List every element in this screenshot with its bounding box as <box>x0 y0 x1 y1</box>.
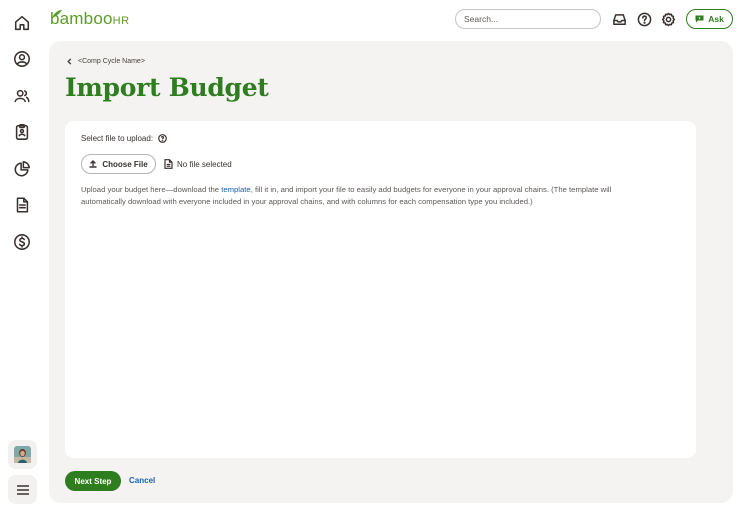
upload-card <box>65 121 696 458</box>
next-step-button[interactable]: Next Step <box>65 471 121 491</box>
page-title: Import Budget <box>65 73 269 102</box>
avatar <box>14 446 31 463</box>
clipboard-icon[interactable] <box>12 122 32 142</box>
template-link[interactable]: template <box>221 185 251 194</box>
file-icon <box>164 159 173 169</box>
inbox-icon[interactable] <box>611 11 627 27</box>
left-nav-rail <box>0 0 44 518</box>
help-icon[interactable] <box>158 134 167 143</box>
select-file-label: Select file to upload: <box>81 134 167 143</box>
people-icon[interactable] <box>12 86 32 106</box>
upload-icon <box>89 160 98 168</box>
ask-label: Ask <box>708 14 724 24</box>
cancel-link[interactable]: Cancel <box>129 476 155 485</box>
chevron-left-icon <box>67 58 72 65</box>
pie-chart-icon[interactable] <box>12 159 32 179</box>
menu-icon <box>16 484 29 495</box>
ask-button[interactable]: Ask <box>686 9 733 29</box>
bamboohr-logo[interactable]: bambooHR <box>50 7 130 31</box>
menu-button[interactable] <box>8 475 37 504</box>
gear-icon[interactable] <box>660 11 676 27</box>
leaf-icon <box>52 10 62 18</box>
help-icon[interactable] <box>636 11 652 27</box>
dollar-icon[interactable] <box>12 232 32 252</box>
upload-description: Upload your budget here—download the tem… <box>81 185 612 206</box>
breadcrumb[interactable]: <Comp Cycle Name> <box>66 58 145 65</box>
chat-icon <box>695 15 704 23</box>
user-avatar-button[interactable] <box>8 440 37 469</box>
person-circle-icon[interactable] <box>12 49 32 69</box>
search-input[interactable] <box>455 9 601 29</box>
file-status: No file selected <box>164 159 232 169</box>
breadcrumb-label: <Comp Cycle Name> <box>78 58 145 65</box>
choose-file-button[interactable]: Choose File <box>81 154 156 174</box>
home-icon[interactable] <box>12 13 32 33</box>
document-icon[interactable] <box>12 195 32 215</box>
